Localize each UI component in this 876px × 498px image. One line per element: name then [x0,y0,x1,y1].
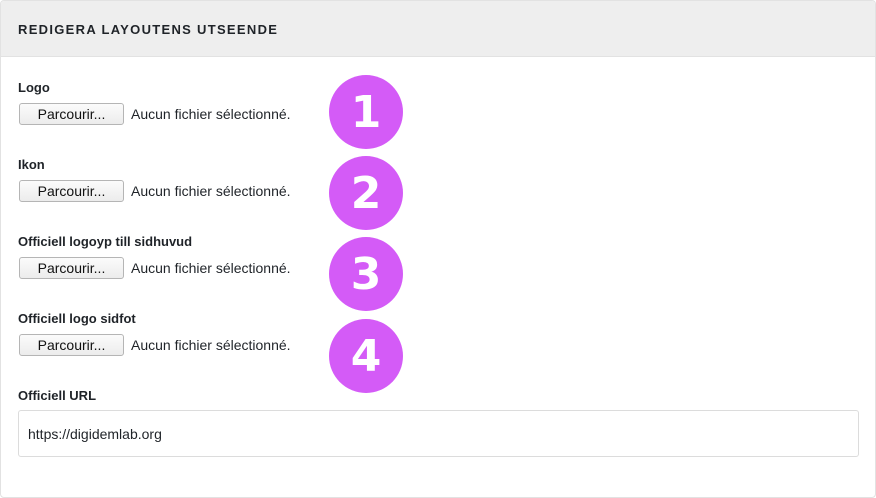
icon-label: Ikon [18,157,45,172]
marker-badge-2: 2 [329,156,403,230]
icon-file-status: Aucun fichier sélectionné. [131,183,291,199]
marker-badge-1: 1 [329,75,403,149]
logo-label: Logo [18,80,50,95]
logo-file-status: Aucun fichier sélectionné. [131,106,291,122]
panel-header: REDIGERA LAYOUTENS UTSEENDE [1,1,875,57]
footer-logo-label: Officiell logo sidfot [18,311,136,326]
official-url-input[interactable] [18,410,859,457]
panel-title: REDIGERA LAYOUTENS UTSEENDE [18,22,279,37]
footer-logo-file-status: Aucun fichier sélectionné. [131,337,291,353]
marker-badge-4: 4 [329,319,403,393]
official-url-label: Officiell URL [18,388,97,403]
footer-logo-browse-button[interactable]: Parcourir... [19,334,124,356]
layout-appearance-panel: REDIGERA LAYOUTENS UTSEENDE Logo Parcour… [0,0,876,498]
header-logo-label: Officiell logoyp till sidhuvud [18,234,193,249]
icon-browse-button[interactable]: Parcourir... [19,180,124,202]
marker-badge-3: 3 [329,237,403,311]
header-logo-browse-button[interactable]: Parcourir... [19,257,124,279]
header-logo-file-status: Aucun fichier sélectionné. [131,260,291,276]
logo-browse-button[interactable]: Parcourir... [19,103,124,125]
